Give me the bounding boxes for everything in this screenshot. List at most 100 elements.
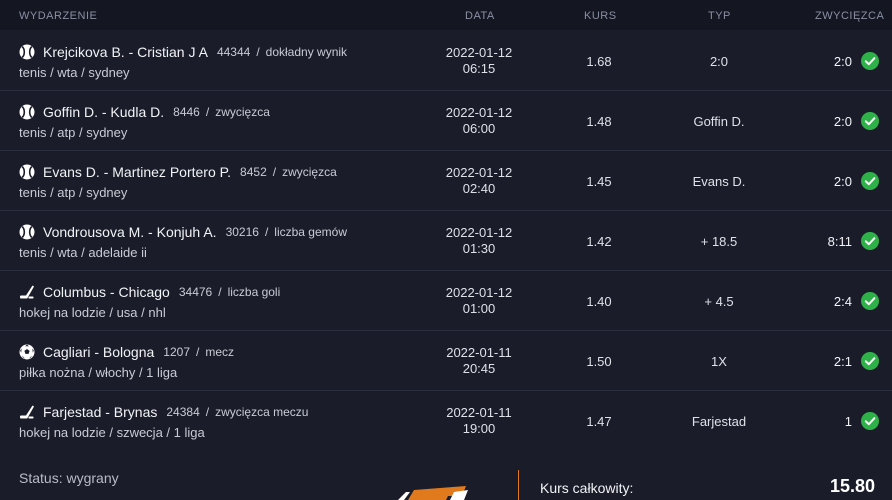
event-name[interactable]: Krejcikova B. - Cristian J A <box>43 44 208 60</box>
event-path: tenis / atp / sydney <box>19 125 128 140</box>
event-name[interactable]: Vondrousova M. - Konjuh A. <box>43 224 217 240</box>
separator: / <box>272 165 277 179</box>
event-datetime: 2022-01-12 01:30 <box>438 225 520 257</box>
event-time: 06:15 <box>462 61 496 76</box>
event-datetime: 2022-01-11 20:45 <box>438 345 520 377</box>
event-market: liczba gemów <box>274 225 347 239</box>
event-id: 30216 <box>225 225 259 239</box>
event-header: Columbus - Chicago 34476 / liczba goli <box>19 283 280 301</box>
check-icon <box>861 112 879 130</box>
event-path: tenis / wta / sydney <box>19 65 130 80</box>
coupon-footer: Status: wygrany Kurs całkowity: 15.80 <box>0 450 892 500</box>
event-time: 20:45 <box>462 361 496 376</box>
table-row[interactable]: Evans D. - Martinez Portero P. 8452 / zw… <box>0 151 892 211</box>
football-icon <box>19 344 35 360</box>
event-odds: 1.47 <box>586 414 612 429</box>
tennis-icon <box>19 44 35 60</box>
separator: / <box>256 45 260 59</box>
event-name[interactable]: Cagliari - Bologna <box>43 344 154 360</box>
event-score: 2:1 <box>833 354 852 369</box>
check-icon <box>861 292 879 310</box>
event-id: 34476 <box>178 285 213 299</box>
total-odds-label: Kurs całkowity: <box>540 480 634 496</box>
event-score: 2:0 <box>833 54 852 69</box>
event-name[interactable]: Farjestad - Brynas <box>43 404 157 420</box>
event-date: 2022-01-12 <box>445 285 513 300</box>
event-header: Vondrousova M. - Konjuh A. 30216 / liczb… <box>19 223 347 241</box>
event-pick: + 4.5 <box>704 294 734 309</box>
check-icon <box>861 52 879 70</box>
tennis-icon <box>19 104 35 120</box>
event-time: 06:00 <box>462 121 496 136</box>
event-pick: Goffin D. <box>693 114 745 129</box>
event-path: tenis / wta / adelaide ii <box>19 245 147 260</box>
event-odds: 1.45 <box>586 174 612 189</box>
event-market: dokładny wynik <box>265 45 348 59</box>
event-pick: 1X <box>711 354 727 369</box>
table-row[interactable]: Columbus - Chicago 34476 / liczba goli h… <box>0 271 892 331</box>
separator: / <box>205 405 210 419</box>
event-header: Evans D. - Martinez Portero P. 8452 / zw… <box>19 163 337 181</box>
event-score: 2:4 <box>833 294 852 309</box>
event-date: 2022-01-11 <box>446 345 512 360</box>
footer-divider <box>518 470 519 500</box>
header-date: DATA <box>465 10 495 22</box>
check-icon <box>861 172 879 190</box>
event-market: zwycięzca meczu <box>215 405 309 419</box>
table-row[interactable]: Krejcikova B. - Cristian J A 44344 / dok… <box>0 31 892 91</box>
header-winner: ZWYCIĘZCA <box>815 10 885 22</box>
check-icon <box>861 232 879 250</box>
event-id: 44344 <box>216 45 251 59</box>
event-date: 2022-01-12 <box>445 45 513 60</box>
event-odds: 1.68 <box>586 54 612 69</box>
hockey-icon <box>19 284 35 300</box>
event-date: 2022-01-12 <box>445 105 513 120</box>
check-icon <box>861 352 879 370</box>
event-score: 2:0 <box>833 114 852 129</box>
event-id: 8452 <box>240 165 267 179</box>
event-name[interactable]: Columbus - Chicago <box>43 284 170 300</box>
event-market: mecz <box>205 345 235 359</box>
event-score: 2:0 <box>833 174 852 189</box>
separator: / <box>196 345 200 359</box>
event-time: 01:00 <box>462 301 496 316</box>
event-time: 19:00 <box>462 421 496 436</box>
event-id: 8446 <box>173 105 200 119</box>
table-header: WYDARZENIE DATA KURS TYP ZWYCIĘZCA <box>0 0 892 30</box>
table-row[interactable]: Cagliari - Bologna 1207 / mecz piłka noż… <box>0 331 892 391</box>
event-date: 2022-01-12 <box>445 225 513 240</box>
event-name[interactable]: Goffin D. - Kudla D. <box>43 104 164 120</box>
event-datetime: 2022-01-11 19:00 <box>438 405 520 437</box>
brand-logo-icon <box>398 486 468 500</box>
event-time: 02:40 <box>462 181 496 196</box>
separator: / <box>264 225 269 239</box>
event-market: zwycięzca <box>215 105 270 119</box>
event-odds: 1.40 <box>586 294 612 309</box>
event-datetime: 2022-01-12 02:40 <box>438 165 520 197</box>
event-pick: Farjestad <box>691 414 747 429</box>
event-market: liczba goli <box>227 285 281 299</box>
table-row[interactable]: Goffin D. - Kudla D. 8446 / zwycięzca te… <box>0 91 892 151</box>
event-datetime: 2022-01-12 01:00 <box>438 285 520 317</box>
event-name[interactable]: Evans D. - Martinez Portero P. <box>43 164 231 180</box>
event-header: Cagliari - Bologna 1207 / mecz <box>19 343 234 361</box>
header-event: WYDARZENIE <box>19 10 98 22</box>
event-time: 01:30 <box>462 241 496 256</box>
event-datetime: 2022-01-12 06:15 <box>438 45 520 77</box>
event-id: 24384 <box>166 405 200 419</box>
event-header: Goffin D. - Kudla D. 8446 / zwycięzca <box>19 103 270 121</box>
event-odds: 1.42 <box>586 234 612 249</box>
hockey-icon <box>19 404 35 420</box>
header-type: TYP <box>708 10 731 22</box>
check-icon <box>861 412 879 430</box>
table-row[interactable]: Farjestad - Brynas 24384 / zwycięzca mec… <box>0 391 892 451</box>
header-odds: KURS <box>584 10 617 22</box>
event-date: 2022-01-12 <box>445 165 513 180</box>
table-row[interactable]: Vondrousova M. - Konjuh A. 30216 / liczb… <box>0 211 892 271</box>
event-header: Krejcikova B. - Cristian J A 44344 / dok… <box>19 43 347 61</box>
event-odds: 1.50 <box>586 354 612 369</box>
separator: / <box>205 105 210 119</box>
event-path: tenis / atp / sydney <box>19 185 128 200</box>
tennis-icon <box>19 224 35 240</box>
event-path: hokej na lodzie / usa / nhl <box>19 305 166 320</box>
